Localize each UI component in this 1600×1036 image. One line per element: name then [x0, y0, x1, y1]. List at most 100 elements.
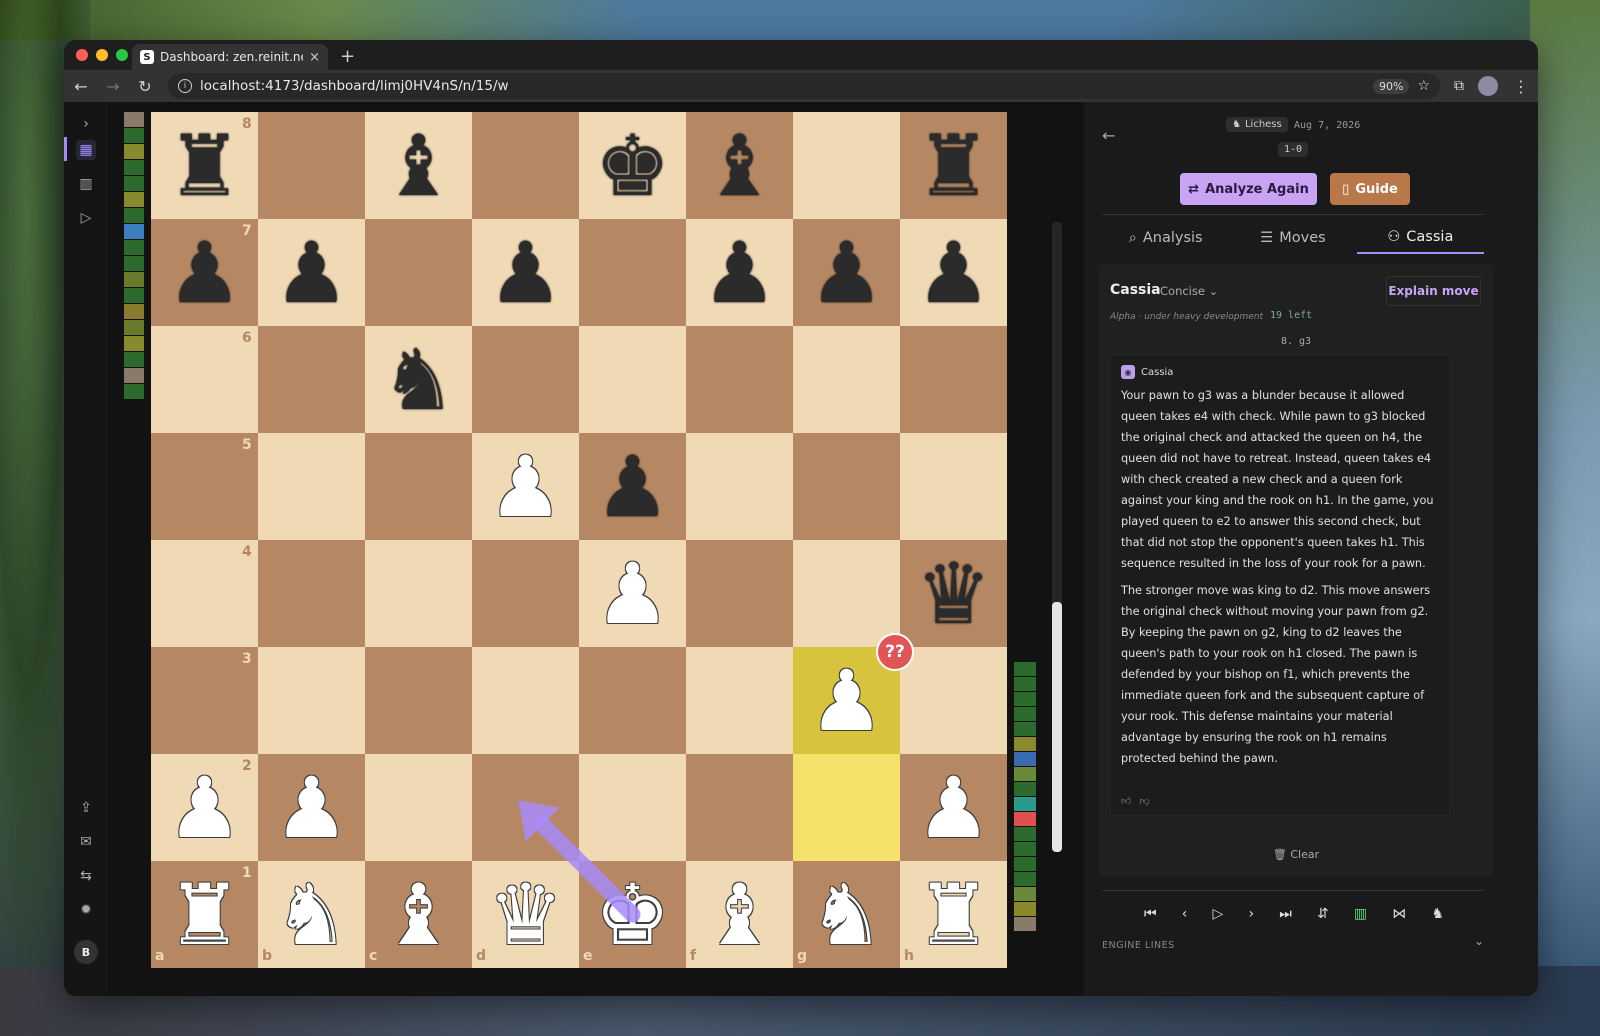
- eval-segment[interactable]: [124, 224, 144, 239]
- mode-dropdown[interactable]: Concise ⌄: [1160, 284, 1218, 298]
- browser-menu-icon[interactable]: ⋮: [1512, 77, 1530, 96]
- white-pawn-d5[interactable]: ♟: [472, 433, 579, 540]
- eval-segment[interactable]: [1014, 887, 1036, 901]
- back-arrow-icon[interactable]: ←: [72, 77, 90, 96]
- black-pawn-f7[interactable]: ♟: [686, 219, 793, 326]
- forward-arrow-icon[interactable]: →: [104, 77, 122, 96]
- white-bishop-f1[interactable]: ♝: [686, 861, 793, 968]
- white-knight-b1[interactable]: ♞: [258, 861, 365, 968]
- eval-segment[interactable]: [124, 208, 144, 223]
- square-d6[interactable]: [472, 326, 579, 433]
- eval-segment[interactable]: [1014, 722, 1036, 736]
- eval-segment[interactable]: [124, 192, 144, 207]
- eval-segment[interactable]: [1014, 662, 1036, 676]
- first-move-icon[interactable]: ⏮: [1144, 906, 1157, 922]
- eval-segment[interactable]: [1014, 692, 1036, 706]
- eval-segment[interactable]: [1014, 677, 1036, 691]
- square-d8[interactable]: [472, 112, 579, 219]
- eval-segment[interactable]: [1014, 752, 1036, 766]
- square-g8[interactable]: [793, 112, 900, 219]
- eval-segment[interactable]: [1014, 782, 1036, 796]
- white-queen-d1[interactable]: ♛: [472, 861, 579, 968]
- eval-segment[interactable]: [124, 128, 144, 143]
- explain-move-button[interactable]: Explain move: [1386, 276, 1481, 306]
- play-icon[interactable]: ▷: [76, 208, 96, 228]
- white-knight-g1[interactable]: ♞: [793, 861, 900, 968]
- eval-segment[interactable]: [1014, 737, 1036, 751]
- eval-segment[interactable]: [124, 352, 144, 367]
- back-arrow-icon[interactable]: ←: [1102, 126, 1115, 145]
- flip-board-icon[interactable]: ⇵: [1317, 906, 1329, 922]
- black-pawn-h7[interactable]: ♟: [900, 219, 1007, 326]
- thumbs-down-icon[interactable]: 👎︎: [1139, 795, 1149, 807]
- eval-segment[interactable]: [1014, 797, 1036, 811]
- chart-icon[interactable]: ▥: [76, 174, 96, 194]
- black-pawn-d7[interactable]: ♟: [472, 219, 579, 326]
- white-rook-h1[interactable]: ♜: [900, 861, 1007, 968]
- minimize-window-button[interactable]: [96, 49, 108, 61]
- square-d3[interactable]: [472, 647, 579, 754]
- thumbs-up-icon[interactable]: 👍︎: [1121, 795, 1131, 807]
- eval-segment[interactable]: [1014, 917, 1036, 931]
- bookmark-star-icon[interactable]: ☆: [1417, 78, 1430, 94]
- chevron-right-icon[interactable]: ›: [76, 114, 96, 134]
- eval-segment[interactable]: [124, 288, 144, 303]
- analyze-again-button[interactable]: ⇄ Analyze Again: [1180, 173, 1317, 205]
- square-f6[interactable]: [686, 326, 793, 433]
- eval-segment[interactable]: [124, 144, 144, 159]
- clear-button[interactable]: 🗑︎ Clear: [1098, 848, 1494, 861]
- site-info-icon[interactable]: i: [178, 79, 192, 93]
- square-f5[interactable]: [686, 433, 793, 540]
- square-g4[interactable]: [793, 540, 900, 647]
- square-h3[interactable]: [900, 647, 1007, 754]
- square-f2[interactable]: [686, 754, 793, 861]
- square-d4[interactable]: [472, 540, 579, 647]
- share-icon[interactable]: ⋈: [1392, 906, 1406, 922]
- black-pawn-b7[interactable]: ♟: [258, 219, 365, 326]
- square-b6[interactable]: [258, 326, 365, 433]
- white-bishop-c1[interactable]: ♝: [365, 861, 472, 968]
- eval-segment[interactable]: [1014, 902, 1036, 916]
- browser-tab[interactable]: S Dashboard: zen.reinit.ne ×: [132, 44, 328, 70]
- tab-analysis[interactable]: ⌕ Analysis: [1102, 222, 1229, 254]
- square-h5[interactable]: [900, 433, 1007, 540]
- eval-segment[interactable]: [124, 240, 144, 255]
- square-c2[interactable]: [365, 754, 472, 861]
- eval-segment[interactable]: [1014, 827, 1036, 841]
- chess-board[interactable]: ♜ 8 ♝ ♚ ♝ ♜ ♟ 7 ♟ ♟ ♟ ♟ ♟ 6 ♞ 5 ♟ ♟ 4 ♟ ♛ 3 ♟ ♟ 2 ♟ ♟ ♜ 1 a ♞ b ♝ c ♛ d ♚ e ♝ f…: [151, 112, 1007, 968]
- white-pawn-b2[interactable]: ♟: [258, 754, 365, 861]
- square-e3[interactable]: [579, 647, 686, 754]
- square-g5[interactable]: [793, 433, 900, 540]
- square-g2[interactable]: [793, 754, 900, 861]
- new-tab-button[interactable]: +: [340, 46, 355, 67]
- scrollbar-track[interactable]: [1052, 222, 1062, 852]
- eval-segment[interactable]: [1014, 842, 1036, 856]
- eval-segment[interactable]: [124, 256, 144, 271]
- eval-segment[interactable]: [124, 272, 144, 287]
- black-pawn-e5[interactable]: ♟: [579, 433, 686, 540]
- square-b3[interactable]: [258, 647, 365, 754]
- eval-segment[interactable]: [124, 160, 144, 175]
- eval-segment[interactable]: [124, 112, 144, 127]
- upload-icon[interactable]: ⇪: [76, 798, 96, 818]
- next-move-icon[interactable]: ›: [1248, 906, 1254, 922]
- eval-segment[interactable]: [124, 320, 144, 335]
- chevron-down-icon[interactable]: ⌄: [1474, 934, 1484, 948]
- zoom-badge[interactable]: 90%: [1372, 78, 1410, 94]
- white-king-e1[interactable]: ♚: [579, 861, 686, 968]
- eval-chart-icon[interactable]: ▥: [1354, 906, 1367, 922]
- white-pawn-h2[interactable]: ♟: [900, 754, 1007, 861]
- square-e6[interactable]: [579, 326, 686, 433]
- eval-segment[interactable]: [124, 384, 144, 399]
- previous-move-icon[interactable]: ‹: [1182, 906, 1188, 922]
- eval-segment[interactable]: [1014, 857, 1036, 871]
- last-move-icon[interactable]: ⏭: [1279, 906, 1292, 922]
- square-f4[interactable]: [686, 540, 793, 647]
- black-bishop-f8[interactable]: ♝: [686, 112, 793, 219]
- square-h6[interactable]: [900, 326, 1007, 433]
- black-pawn-g7[interactable]: ♟: [793, 219, 900, 326]
- square-c4[interactable]: [365, 540, 472, 647]
- reload-icon[interactable]: ↻: [136, 77, 154, 96]
- eval-segment[interactable]: [1014, 767, 1036, 781]
- tab-moves[interactable]: ☰ Moves: [1229, 222, 1356, 254]
